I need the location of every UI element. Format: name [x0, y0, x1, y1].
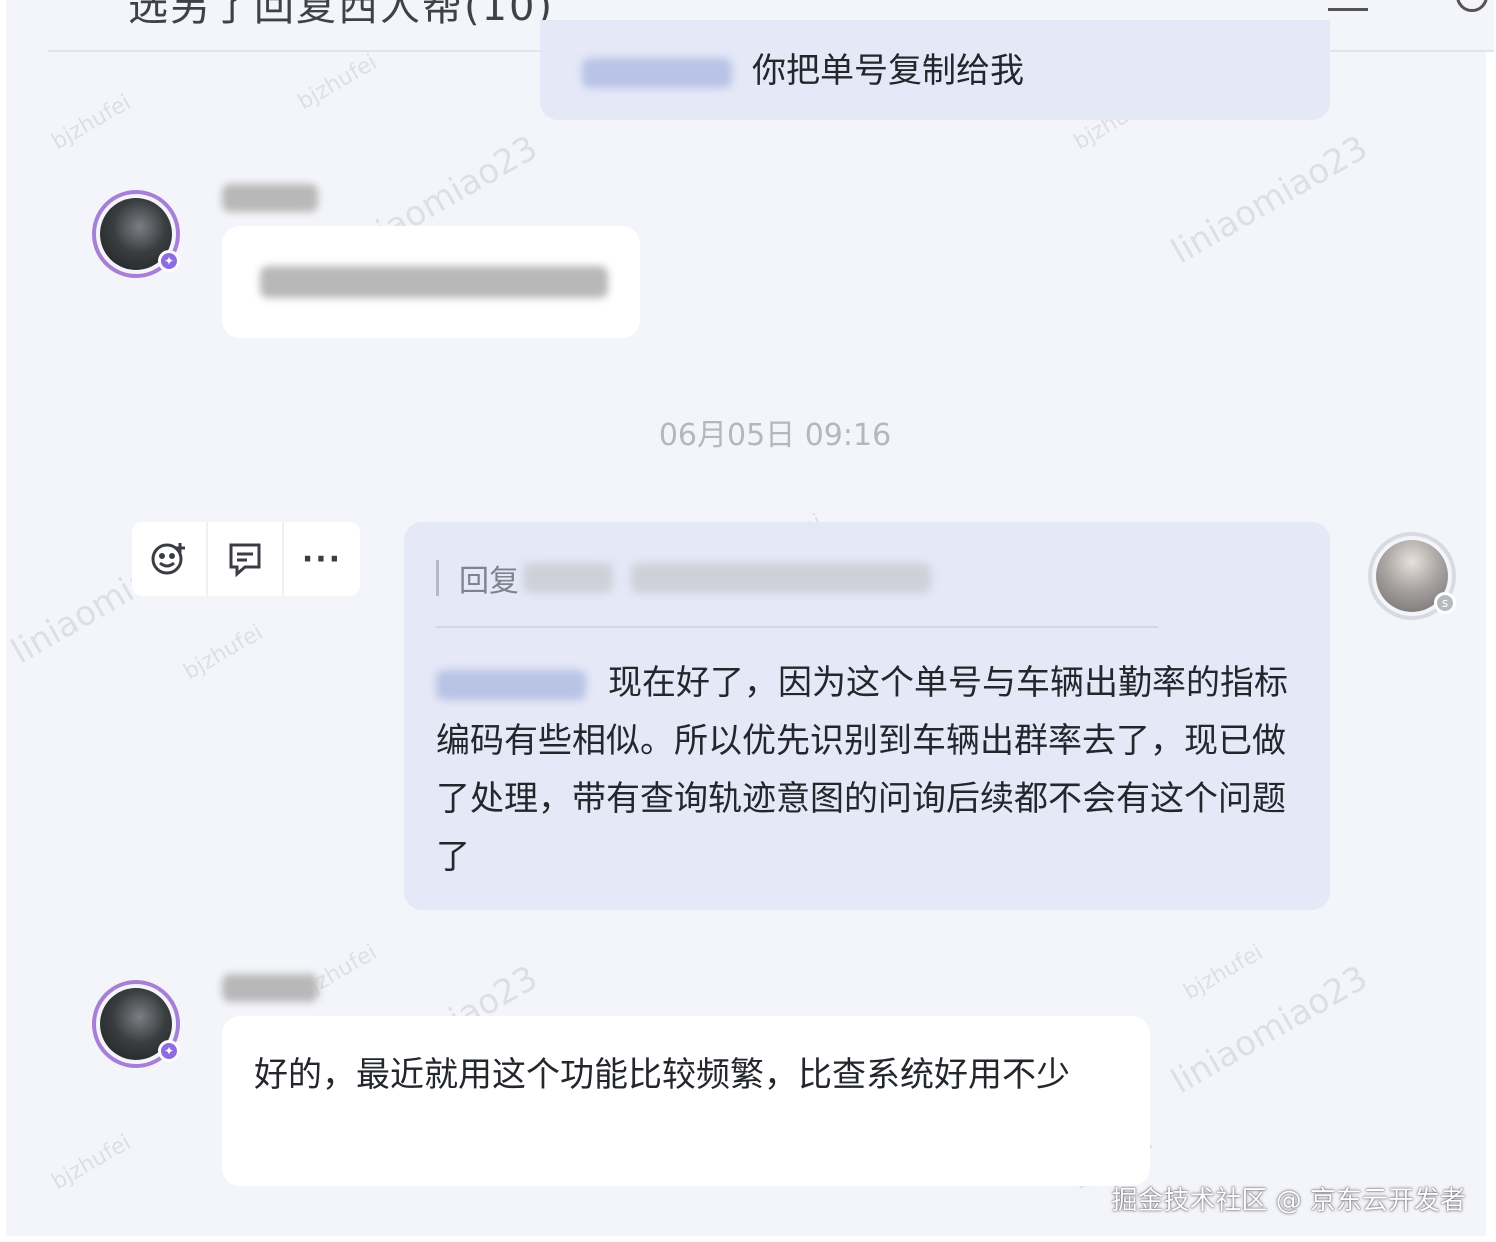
watermark: bjzhufei	[47, 1129, 136, 1196]
message-bubble-self[interactable]: 你把单号复制给我	[540, 20, 1330, 120]
verified-badge-icon: ✦	[158, 1040, 180, 1062]
chat-title: 选另了回复西人帮(10)	[128, 0, 555, 30]
sender-name	[222, 184, 318, 212]
frame-right	[1486, 0, 1496, 1242]
reply-icon[interactable]	[208, 522, 284, 596]
watermark: bjzhufei	[1179, 939, 1268, 1006]
watermark: bjzhufei	[293, 49, 382, 116]
minimize-icon[interactable]	[1328, 0, 1368, 11]
message-bubble-other[interactable]: 好的，最近就用这个功能比较频繁，比查系统好用不少	[222, 1016, 1150, 1186]
message-bubble-other[interactable]	[222, 226, 640, 338]
self-avatar[interactable]: s	[1368, 532, 1456, 620]
watermark: bjzhufei	[47, 89, 136, 156]
emoji-add-icon[interactable]	[132, 522, 208, 596]
avatar[interactable]: ✦	[92, 190, 180, 278]
reply-prefix: 回复	[459, 564, 519, 599]
message-body: 现在好了，因为这个单号与车辆出勤率的指标编码有些相似。所以优先识别到车辆出群率去…	[436, 654, 1306, 886]
mention-tag[interactable]	[582, 57, 732, 88]
reply-quote[interactable]: 回复	[436, 560, 931, 599]
watermark: liniaomiao23	[1164, 127, 1375, 273]
message-action-toolbar: ···	[132, 522, 360, 596]
sender-name	[222, 974, 318, 1002]
message-text: 你把单号复制给我	[752, 51, 1024, 91]
message-timestamp: 06月05日 09:16	[658, 418, 892, 453]
frame-left	[0, 0, 6, 1242]
avatar[interactable]: ✦	[92, 980, 180, 1068]
mention-tag[interactable]	[436, 669, 586, 700]
reply-divider	[436, 626, 1158, 628]
order-number-text	[260, 266, 608, 298]
settings-icon[interactable]	[1456, 0, 1488, 12]
bottom-strip	[0, 1236, 1496, 1242]
verified-badge-icon: ✦	[158, 250, 180, 272]
verified-badge-icon: s	[1434, 592, 1456, 614]
watermark: bjzhufei	[179, 619, 268, 686]
footer-watermark: 掘金技术社区 @ 京东云开发者	[1111, 1186, 1466, 1216]
message-text: 好的，最近就用这个功能比较频繁，比查系统好用不少	[254, 1055, 1070, 1095]
more-icon[interactable]: ···	[284, 522, 360, 596]
